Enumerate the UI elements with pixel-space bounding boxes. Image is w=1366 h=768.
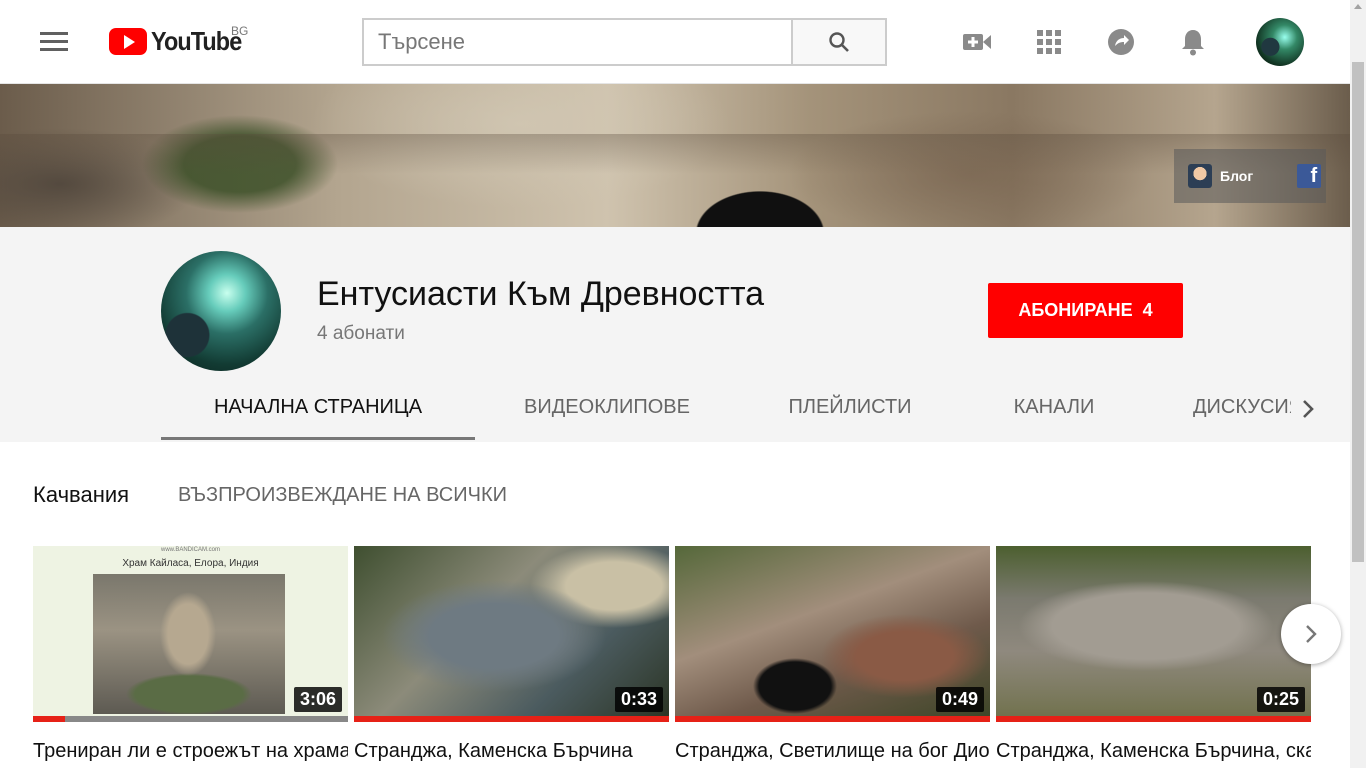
video-thumbnail[interactable]: 0:25: [996, 546, 1311, 722]
video-thumbnail[interactable]: 0:33: [354, 546, 669, 722]
video-duration: 0:25: [1256, 687, 1305, 712]
channel-tabs: НАЧАЛНА СТРАНИЦА ВИДЕОКЛИПОВЕ ПЛЕЙЛИСТИ …: [161, 377, 1291, 440]
watch-progress-bar: [354, 716, 669, 722]
tabs-scroll-right-button[interactable]: [1290, 387, 1326, 431]
subscribe-button[interactable]: АБОНИРАНЕ 4: [988, 283, 1183, 338]
share-messages-icon[interactable]: [1103, 24, 1139, 60]
blog-link[interactable]: Блог: [1188, 164, 1253, 188]
logo-text: YouTube: [151, 25, 242, 56]
uploads-shelf-title[interactable]: Качвания: [33, 482, 129, 508]
page-scrollbar[interactable]: [1350, 0, 1366, 768]
video-card: 0:49 Странджа, Светилище на бог Дионис: [675, 546, 990, 764]
youtube-play-icon: [109, 27, 147, 55]
masthead: YouTube BG: [0, 0, 1350, 84]
menu-icon[interactable]: [40, 32, 68, 52]
subscribe-label: АБОНИРАНЕ: [1018, 300, 1133, 320]
tab-channels[interactable]: КАНАЛИ: [961, 377, 1147, 440]
watch-progress-bar: [996, 716, 1311, 722]
channel-avatar[interactable]: [161, 251, 281, 371]
search-button[interactable]: [791, 18, 887, 66]
tab-home[interactable]: НАЧАЛНА СТРАНИЦА: [161, 377, 475, 440]
blog-link-label: Блог: [1220, 168, 1254, 184]
apps-grid-icon[interactable]: [1031, 24, 1067, 60]
channel-header: Ентусиасти Към Древността 4 абонати АБОН…: [0, 227, 1350, 442]
account-avatar[interactable]: [1256, 18, 1304, 66]
tab-playlists[interactable]: ПЛЕЙЛИСТИ: [739, 377, 961, 440]
video-camera-add-icon[interactable]: [959, 24, 995, 60]
video-duration: 0:49: [935, 687, 984, 712]
tab-videos[interactable]: ВИДЕОКЛИПОВЕ: [475, 377, 739, 440]
scroll-up-arrow-icon[interactable]: [1354, 4, 1362, 9]
video-title[interactable]: Странджа, Каменска Бърчина, скален олтар: [996, 738, 1311, 764]
subscribe-count: 4: [1142, 300, 1153, 320]
thumbnail-heading: Храм Кайласа, Елора, Индия: [122, 558, 259, 569]
video-card: www.BANDICAM.com Храм Кайласа, Елора, Ин…: [33, 546, 348, 764]
scrollbar-thumb[interactable]: [1352, 62, 1364, 562]
video-duration: 0:33: [614, 687, 663, 712]
thumbnail-watermark: www.BANDICAM.com: [160, 547, 220, 553]
watch-progress-fill: [33, 716, 65, 722]
chevron-right-icon: [1306, 625, 1317, 643]
blog-icon: [1188, 164, 1212, 188]
facebook-icon[interactable]: f: [1297, 164, 1322, 188]
video-thumbnail[interactable]: www.BANDICAM.com Храм Кайласа, Елора, Ин…: [33, 546, 348, 722]
video-title[interactable]: Странджа, Каменска Бърчина: [354, 738, 669, 764]
youtube-logo[interactable]: YouTube BG: [109, 24, 251, 56]
notifications-bell-icon[interactable]: [1175, 24, 1211, 60]
video-title[interactable]: Странджа, Светилище на бог Дионис: [675, 738, 990, 764]
search-icon: [829, 32, 849, 52]
shelf-next-button[interactable]: [1281, 604, 1341, 664]
channel-title: Ентусиасти Към Древността: [317, 275, 765, 313]
video-title[interactable]: Трениран ли е строежът на храма Кайласа …: [33, 738, 348, 764]
country-code: BG: [231, 24, 249, 38]
watch-progress-bar: [33, 716, 348, 722]
chevron-right-icon: [1303, 400, 1314, 418]
channel-banner: [0, 84, 1350, 227]
watch-progress-bar: [675, 716, 990, 722]
video-thumbnail[interactable]: 0:49: [675, 546, 990, 722]
video-card: 0:33 Странджа, Каменска Бърчина: [354, 546, 669, 764]
channel-links: Блог f: [1174, 149, 1326, 203]
tab-discussion[interactable]: ДИСКУСИЯ: [1147, 377, 1291, 440]
subscriber-count: 4 абонати: [317, 323, 405, 344]
search-box: [362, 18, 792, 66]
search-input[interactable]: [364, 20, 792, 64]
video-card: 0:25 Странджа, Каменска Бърчина, скален …: [996, 546, 1311, 764]
video-duration: 3:06: [293, 687, 342, 712]
temple-photo: [93, 574, 285, 714]
play-all-button[interactable]: ВЪЗПРОИЗВЕЖДАНЕ НА ВСИЧКИ: [178, 484, 507, 507]
